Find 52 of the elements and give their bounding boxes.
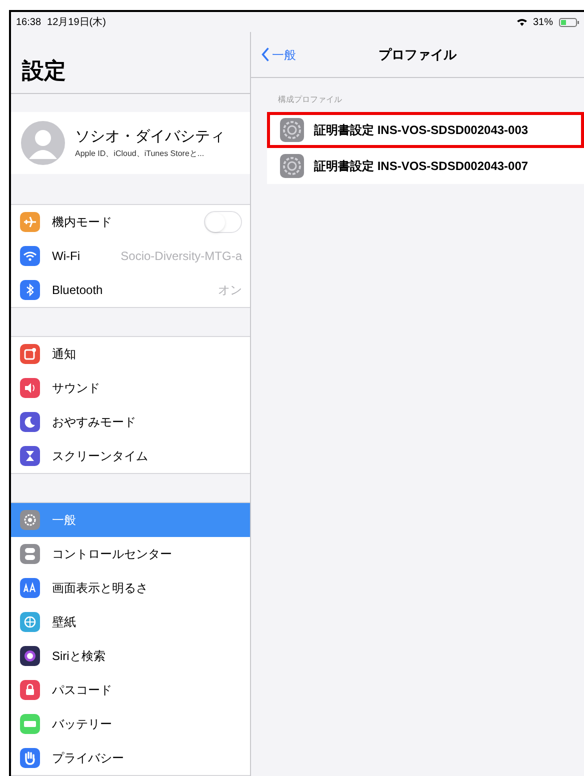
settings-row[interactable]: コントロールセンター: [11, 537, 250, 571]
row-label: 画面表示と明るさ: [52, 580, 148, 597]
status-date: 12月19日(木): [47, 16, 106, 30]
gear-icon: [280, 154, 304, 178]
row-label: サウンド: [52, 380, 100, 397]
chevron-left-icon: [261, 47, 270, 62]
row-value: オン: [218, 282, 242, 299]
settings-row[interactable]: パスコード: [11, 673, 250, 707]
row-label: スクリーンタイム: [52, 448, 148, 465]
gear-icon: [280, 118, 304, 142]
account-row[interactable]: ソシオ・ダイバシティ Apple ID、iCloud、iTunes Storeと...: [11, 112, 250, 174]
account-name: ソシオ・ダイバシティ: [75, 126, 225, 147]
settings-row[interactable]: 壁紙: [11, 605, 250, 639]
avatar-icon: [21, 121, 65, 166]
row-label: Wi-Fi: [52, 248, 80, 265]
battery-icon: [559, 18, 579, 26]
section-header: 構成プロファイル: [277, 94, 343, 106]
settings-row[interactable]: Wi-Fi Socio-Diversity-MTG-a: [11, 239, 250, 273]
settings-row[interactable]: サウンド: [11, 371, 250, 405]
wifi-icon: [516, 18, 527, 26]
settings-row[interactable]: Bluetooth オン: [11, 273, 250, 307]
profile-row[interactable]: 証明書設定 INS-VOS-SDSD002043-007: [267, 148, 584, 184]
row-label: 壁紙: [52, 614, 76, 631]
sidebar-title: 設定: [22, 57, 66, 86]
back-button[interactable]: 一般: [261, 46, 296, 64]
profile-row[interactable]: 証明書設定 INS-VOS-SDSD002043-003: [267, 112, 584, 148]
settings-row[interactable]: 通知: [11, 337, 250, 371]
nav-title: プロファイル: [378, 46, 456, 64]
row-label: プライバシー: [52, 750, 124, 767]
profile-name: 証明書設定 INS-VOS-SDSD002043-003: [314, 122, 528, 139]
settings-row[interactable]: バッテリー: [11, 707, 250, 741]
settings-row[interactable]: おやすみモード: [11, 405, 250, 439]
status-time: 16:38: [16, 16, 42, 30]
row-label: 機内モード: [52, 214, 112, 231]
account-subtitle: Apple ID、iCloud、iTunes Storeと...: [75, 148, 206, 160]
row-label: パスコード: [52, 682, 112, 699]
row-label: バッテリー: [52, 716, 112, 733]
row-label: コントロールセンター: [52, 546, 172, 563]
row-label: Bluetooth: [52, 282, 103, 299]
row-label: おやすみモード: [52, 414, 136, 431]
settings-row[interactable]: 画面表示と明るさ: [11, 571, 250, 605]
settings-row[interactable]: スクリーンタイム: [11, 439, 250, 473]
toggle-switch[interactable]: [204, 211, 242, 233]
settings-row[interactable]: プライバシー: [11, 741, 250, 775]
row-label: 通知: [52, 346, 76, 363]
settings-row[interactable]: 機内モード: [11, 205, 250, 239]
settings-row[interactable]: Siriと検索: [11, 639, 250, 673]
battery-percent: 31%: [532, 16, 553, 30]
row-label: 一般: [52, 512, 76, 529]
profile-name: 証明書設定 INS-VOS-SDSD002043-007: [314, 158, 528, 175]
row-value: Socio-Diversity-MTG-a: [120, 248, 242, 265]
row-label: Siriと検索: [52, 648, 106, 665]
